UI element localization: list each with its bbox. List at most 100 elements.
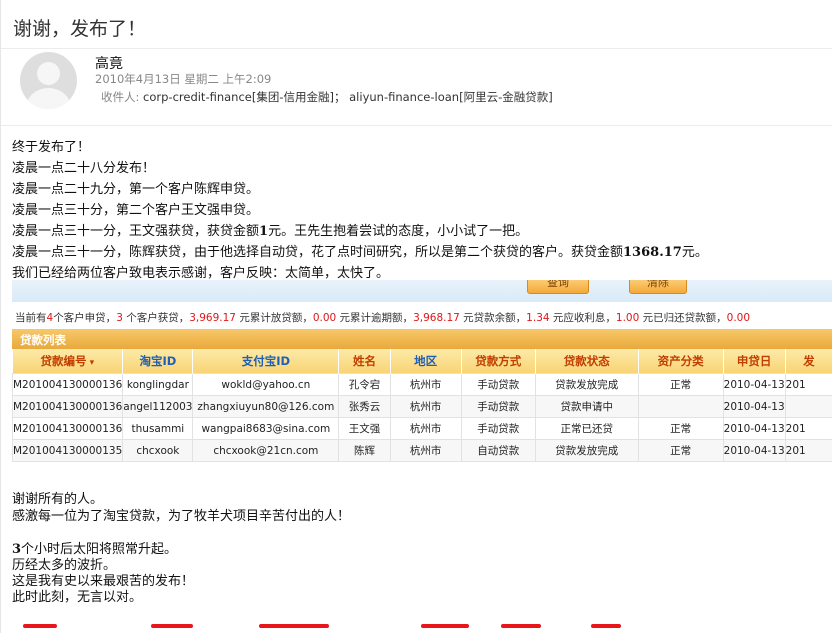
cell-date: 2010-04-13 xyxy=(722,395,786,418)
cell-status: 贷款申请中 xyxy=(534,395,639,418)
red-stroke xyxy=(591,624,621,628)
summary-text: 元已归还贷款额， xyxy=(639,312,727,324)
column-header-loan-status: 贷款状态 xyxy=(535,349,639,374)
column-label: 贷款编号 xyxy=(40,354,87,368)
cell-loan-id[interactable]: M201004130000136 xyxy=(12,373,124,396)
summary-text: 个客户获贷， xyxy=(122,312,190,324)
cell-asset xyxy=(637,395,724,418)
cell-taobao-id: konglingdar xyxy=(122,373,194,396)
table-row[interactable]: M201004130000136 angel112003 zhangxiuyun… xyxy=(12,395,832,418)
body-line: 此时此刻，无言以对。 xyxy=(12,590,143,605)
cell-alipay-id: wokld@yahoo.cn xyxy=(192,373,340,396)
red-stroke xyxy=(23,624,57,628)
cell-extra xyxy=(784,395,832,418)
summary-number: 3,969.17 xyxy=(189,312,236,324)
loan-amount: 1 xyxy=(259,224,269,239)
cell-extra: 201 xyxy=(784,439,832,462)
loan-table: 贷款编号 ▾ 淘宝ID 支付宝ID 姓名 地区 贷款方式 贷款状态 资产分类 申… xyxy=(12,349,832,462)
cell-name: 张秀云 xyxy=(338,395,391,418)
cell-date: 2010-04-13 xyxy=(722,373,786,396)
table-row[interactable]: M201004130000135 chcxook chcxook@21cn.co… xyxy=(12,439,832,462)
cell-asset: 正常 xyxy=(637,417,724,440)
body-text-segment: 元。王先生抱着尝试的态度，小小试了一把。 xyxy=(268,224,529,239)
summary-text: 元应收利息， xyxy=(549,312,616,324)
cell-region: 杭州市 xyxy=(389,395,462,418)
column-header-loan-id[interactable]: 贷款编号 ▾ xyxy=(12,349,124,374)
cell-taobao-id: chcxook xyxy=(122,439,194,462)
summary-text: 元累计逾期额， xyxy=(336,312,414,324)
red-stroke xyxy=(151,624,193,628)
cell-date: 2010-04-13 xyxy=(722,439,786,462)
column-header-apply-date: 申贷日 xyxy=(723,349,786,374)
cell-status: 贷款发放完成 xyxy=(534,439,639,462)
body-line: 凌晨一点二十九分，第一个客户陈辉申贷。 xyxy=(12,182,260,197)
column-header-release: 发 xyxy=(785,349,832,374)
cell-extra: 201 xyxy=(784,417,832,440)
table-row[interactable]: M201004130000136 thusammi wangpai8683@si… xyxy=(12,417,832,440)
recipients-label: 收件人: xyxy=(101,90,140,104)
recipients-list[interactable]: corp-credit-finance[集团-信用金融]； aliyun-fin… xyxy=(143,90,553,104)
cell-method: 手动贷款 xyxy=(460,395,536,418)
body-line: 凌晨一点三十一分，王文强获贷，获贷金额1元。王先生抱着尝试的态度，小小试了一把。 xyxy=(12,220,528,239)
summary-number: 0.00 xyxy=(312,312,337,324)
summary-number: 1.34 xyxy=(526,312,550,324)
sender-name[interactable]: 高竟 xyxy=(95,53,123,73)
cell-taobao-id: thusammi xyxy=(122,417,194,440)
recipients-line: 收件人: corp-credit-finance[集团-信用金融]； aliyu… xyxy=(101,89,553,105)
cell-status: 正常已还贷 xyxy=(534,417,639,440)
summary-number: 0.00 xyxy=(726,312,751,324)
summary-number: 3 xyxy=(116,312,123,324)
table-header-row: 贷款编号 ▾ 淘宝ID 支付宝ID 姓名 地区 贷款方式 贷款状态 资产分类 申… xyxy=(12,349,832,374)
column-header-taobao-id[interactable]: 淘宝ID xyxy=(122,349,194,374)
divider xyxy=(1,48,832,49)
cell-alipay-id: zhangxiuyun80@126.com xyxy=(192,395,340,418)
cell-region: 杭州市 xyxy=(389,439,462,462)
body-text-segment: 凌晨一点三十一分，陈辉获贷，由于他选择自动贷，花了点时间研究，所以是第二个获贷的… xyxy=(12,245,624,260)
cell-asset: 正常 xyxy=(637,373,724,396)
sender-avatar-icon[interactable] xyxy=(20,52,77,109)
cell-loan-id[interactable]: M201004130000136 xyxy=(12,395,124,418)
body-line: 我们已经给两位客户致电表示感谢，客户反映：太简单，太快了。 xyxy=(12,266,390,281)
cell-alipay-id: chcxook@21cn.com xyxy=(192,439,340,462)
cell-method: 自动贷款 xyxy=(460,439,536,462)
cell-name: 陈辉 xyxy=(338,439,391,462)
column-header-loan-method: 贷款方式 xyxy=(461,349,536,374)
cell-method: 手动贷款 xyxy=(460,373,536,396)
cell-loan-id[interactable]: M201004130000136 xyxy=(12,417,124,440)
embedded-screenshot: 查询 清除 当前有4个客户申贷，3 个客户获贷，3,969.17 元累计放贷额，… xyxy=(12,280,832,470)
column-header-region[interactable]: 地区 xyxy=(390,349,462,374)
red-stroke xyxy=(421,624,469,628)
loan-amount: 1368.17 xyxy=(623,245,682,260)
cropped-red-caption xyxy=(1,620,832,633)
cell-alipay-id: wangpai8683@sina.com xyxy=(192,417,340,440)
column-header-name: 姓名 xyxy=(338,349,391,374)
body-line: 感激每一位为了淘宝贷款，为了牧羊犬项目辛苦付出的人！ xyxy=(12,509,351,524)
red-stroke xyxy=(501,624,541,628)
email-subject: 谢谢，发布了！ xyxy=(13,18,147,40)
summary-text: 当前有 xyxy=(15,312,47,324)
cell-loan-id[interactable]: M201004130000135 xyxy=(12,439,124,462)
column-header-asset-class: 资产分类 xyxy=(638,349,724,374)
cell-asset: 正常 xyxy=(637,439,724,462)
body-text-segment: 凌晨一点三十一分，王文强获贷，获贷金额 xyxy=(12,224,260,239)
body-line: 凌晨一点三十分，第二个客户王文强申贷。 xyxy=(12,203,260,218)
query-button[interactable]: 查询 xyxy=(527,280,589,294)
summary-text: 个客户申贷， xyxy=(53,312,117,324)
column-header-alipay-id[interactable]: 支付宝ID xyxy=(192,349,340,374)
summary-number: 1.00 xyxy=(615,312,640,324)
body-line: 凌晨一点二十八分发布！ xyxy=(12,161,156,176)
loan-list-title: 贷款列表 xyxy=(20,333,66,347)
cell-region: 杭州市 xyxy=(389,417,462,440)
sort-arrow-icon[interactable]: ▾ xyxy=(87,358,95,368)
table-row[interactable]: M201004130000136 konglingdar wokld@yahoo… xyxy=(12,373,832,396)
body-line: 终于发布了！ xyxy=(12,140,91,155)
red-stroke xyxy=(259,624,329,628)
body-text-segment: 元。 xyxy=(681,245,708,260)
summary-text: 元累计放贷额， xyxy=(235,312,313,324)
sent-date: 2010年4月13日 星期二 上午2:09 xyxy=(95,72,272,86)
clear-button[interactable]: 清除 xyxy=(629,280,687,294)
cell-name: 王文强 xyxy=(338,417,391,440)
cell-extra: 201 xyxy=(784,373,832,396)
cell-status: 贷款发放完成 xyxy=(534,373,639,396)
email-view: 谢谢，发布了！ 高竟 2010年4月13日 星期二 上午2:09 收件人: co… xyxy=(0,0,832,633)
